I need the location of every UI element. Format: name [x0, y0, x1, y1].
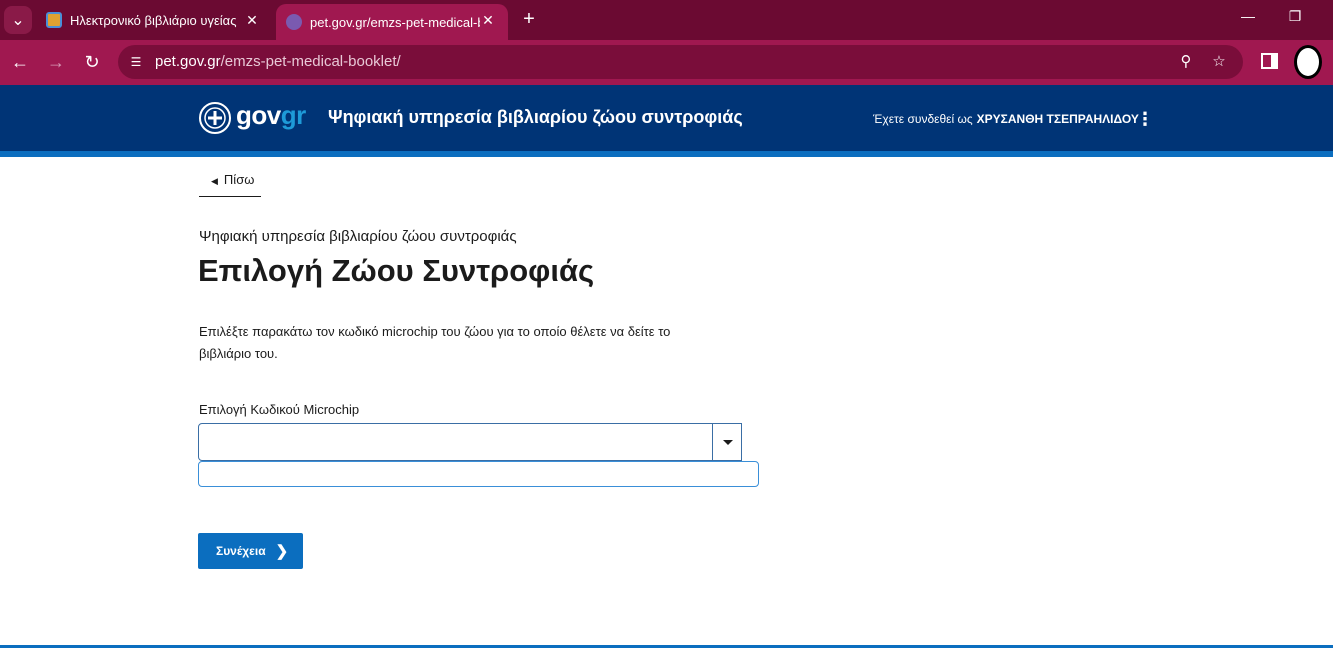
plus-icon: +: [523, 8, 535, 30]
continue-label: Συνέχεια: [216, 544, 266, 558]
side-panel-icon: [1261, 53, 1278, 69]
forward-button[interactable]: →: [44, 50, 68, 74]
profile-avatar[interactable]: [1294, 45, 1322, 79]
user-info: Έχετε συνδεθεί ως ΧΡΥΣΑΝΘΗ ΤΣΕΠΡΑΗΛΙΔΟΥ: [873, 112, 1139, 126]
restore-button[interactable]: ❐: [1283, 8, 1307, 25]
user-prefix: Έχετε συνδεθεί ως: [873, 112, 973, 126]
back-label: Πίσω: [223, 172, 255, 187]
browser-tab-1[interactable]: Ηλεκτρονικό βιβλιάριο υγείας ζ ✕: [36, 4, 272, 36]
continue-button[interactable]: Συνέχεια ❯: [198, 533, 303, 569]
microchip-dropdown-list[interactable]: [198, 461, 759, 487]
url-path: /emzs-pet-medical-booklet/: [220, 53, 401, 70]
service-title[interactable]: Ψηφιακή υπηρεσία βιβλιαρίου ζώου συντροφ…: [328, 107, 743, 128]
arrow-right-icon: →: [47, 52, 65, 72]
more-vert-icon[interactable]: ⋮: [1136, 109, 1154, 129]
user-name: ΧΡΥΣΑΝΘΗ ΤΣΕΠΡΑΗΛΙΔΟΥ: [976, 112, 1139, 126]
tab-search-button[interactable]: ⌄: [4, 6, 32, 34]
reload-icon: ↻: [84, 52, 100, 72]
chevron-down-icon[interactable]: [712, 423, 742, 461]
address-bar[interactable]: ☰ pet.gov.gr/emzs-pet-medical-booklet/ ⚲…: [118, 45, 1243, 79]
url-host: pet.gov.gr: [155, 53, 221, 70]
tab-strip: ⌄ Ηλεκτρονικό βιβλιάριο υγείας ζ ✕ pet.g…: [0, 0, 1333, 40]
footer-line: [0, 645, 1333, 648]
new-tab-button[interactable]: +: [518, 8, 540, 30]
tab-title: pet.gov.gr/emzs-pet-medical-b: [310, 14, 480, 30]
caret-left-icon: ◀: [211, 176, 218, 186]
close-icon[interactable]: ✕: [480, 12, 496, 28]
browser-toolbar: ← → ↻ ☰ pet.gov.gr/emzs-pet-medical-book…: [0, 40, 1333, 85]
page-title: Επιλογή Ζώου Συντροφιάς: [198, 253, 595, 288]
site-header: govgr Ψηφιακή υπηρεσία βιβλιαρίου ζώου σ…: [0, 85, 1333, 151]
tab-favicon: [286, 14, 302, 30]
page-caption: Ψηφιακή υπηρεσία βιβλιαρίου ζώου συντροφ…: [199, 228, 517, 245]
gov-gr-logo[interactable]: govgr: [236, 100, 306, 131]
tune-icon[interactable]: ☰: [126, 52, 146, 72]
chevron-down-icon: ⌄: [11, 12, 25, 29]
greek-emblem-icon: [199, 102, 231, 134]
minimize-icon: —: [1241, 8, 1255, 24]
back-button[interactable]: ←: [8, 50, 32, 74]
back-link[interactable]: ◀ Πίσω: [199, 170, 261, 197]
side-panel-button[interactable]: [1260, 51, 1280, 71]
header-stripe: [0, 151, 1333, 157]
zoom-icon[interactable]: ⚲: [1176, 52, 1196, 72]
url-text[interactable]: pet.gov.gr/emzs-pet-medical-booklet/: [155, 53, 401, 70]
microchip-field-label: Επιλογή Κωδικού Microchip: [199, 402, 360, 417]
microchip-select[interactable]: [198, 423, 742, 461]
star-icon[interactable]: ☆: [1209, 52, 1229, 72]
tab-title: Ηλεκτρονικό βιβλιάριο υγείας ζ: [70, 12, 240, 28]
tab-favicon: [46, 12, 62, 28]
reload-button[interactable]: ↻: [80, 50, 104, 74]
page-description: Επιλέξτε παρακάτω τον κωδικό microchip τ…: [199, 324, 671, 361]
restore-icon: ❐: [1288, 8, 1302, 24]
chevron-right-icon: ❯: [275, 543, 289, 560]
close-icon[interactable]: ✕: [244, 12, 260, 28]
arrow-left-icon: ←: [11, 52, 29, 72]
minimize-button[interactable]: —: [1236, 8, 1260, 24]
browser-tab-2[interactable]: pet.gov.gr/emzs-pet-medical-b ✕: [276, 4, 508, 40]
